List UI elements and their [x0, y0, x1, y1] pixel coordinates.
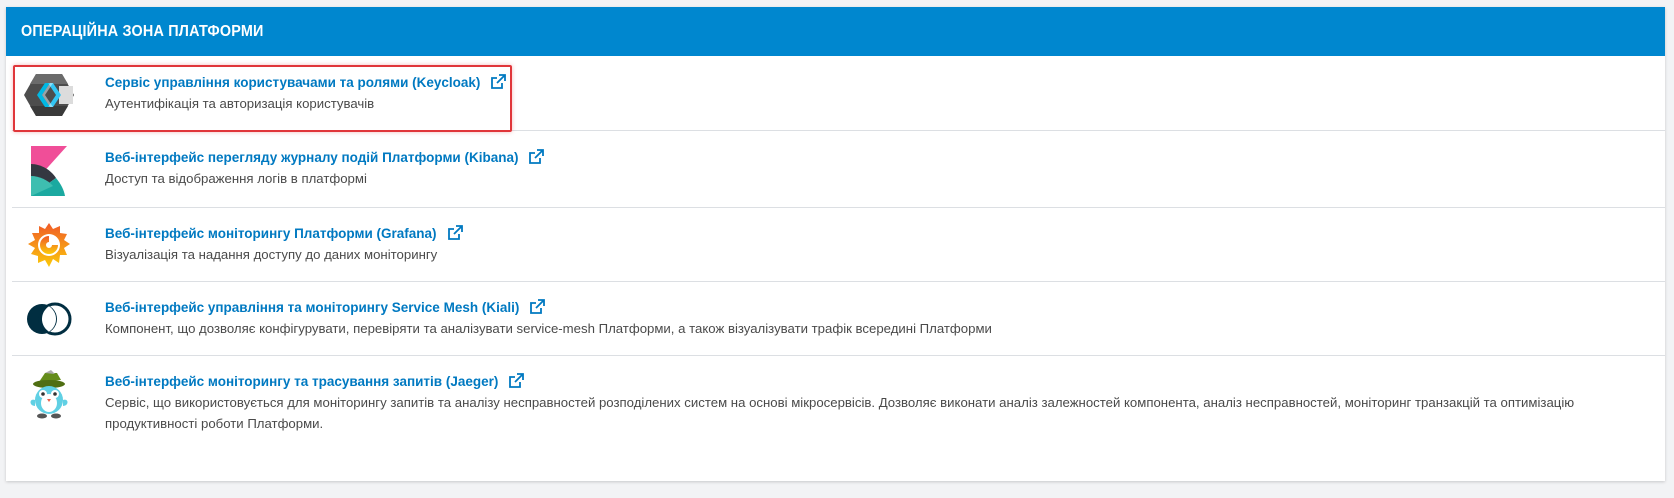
kibana-link[interactable]: Веб-інтерфейс перегляду журналу подій Пл…	[105, 150, 518, 165]
kiali-description: Компонент, що дозволяє конфігурувати, пе…	[105, 321, 992, 336]
list-item-kiali: Веб-інтерфейс управління та моніторингу …	[12, 282, 1665, 356]
keycloak-link[interactable]: Сервіс управління користувачами та ролям…	[105, 75, 480, 90]
list-item-kibana: Веб-інтерфейс перегляду журналу подій Пл…	[12, 131, 1665, 208]
kiali-logo-icon	[22, 292, 76, 346]
panel-title: Операційна зона Платформи	[21, 22, 264, 40]
external-link-icon[interactable]	[528, 149, 545, 165]
keycloak-description: Аутентифікація та авторизація користувач…	[105, 96, 375, 111]
grafana-description: Візуалізація та надання доступу до даних…	[105, 247, 438, 262]
kiali-link[interactable]: Веб-інтерфейс управління та моніторингу …	[105, 300, 519, 315]
platform-operations-panel: Операційна зона Платформи Сервіс управлі…	[6, 7, 1665, 481]
jaeger-link[interactable]: Веб-інтерфейс моніторингу та трасування …	[105, 374, 498, 389]
jaeger-logo-icon	[22, 368, 76, 422]
panel-header: Операційна зона Платформи	[6, 7, 1665, 56]
grafana-logo-icon	[22, 218, 76, 272]
list-item-grafana: Веб-інтерфейс моніторингу Платформи (Gra…	[12, 208, 1665, 282]
list-item-keycloak: Сервіс управління користувачами та ролям…	[12, 56, 1665, 131]
jaeger-description: Сервіс, що використовується для монітори…	[105, 395, 1575, 431]
list-item-jaeger: Веб-інтерфейс моніторингу та трасування …	[12, 356, 1665, 478]
item-text: Веб-інтерфейс моніторингу та трасування …	[105, 370, 1655, 434]
item-text: Сервіс управління користувачами та ролям…	[105, 71, 1655, 114]
grafana-link[interactable]: Веб-інтерфейс моніторингу Платформи (Gra…	[105, 226, 437, 241]
item-text: Веб-інтерфейс управління та моніторингу …	[105, 296, 1655, 339]
keycloak-logo-icon	[22, 68, 76, 122]
external-link-icon[interactable]	[490, 74, 507, 90]
item-text: Веб-інтерфейс перегляду журналу подій Пл…	[105, 146, 1655, 189]
kibana-description: Доступ та відображення логів в платформі	[105, 171, 367, 186]
item-text: Веб-інтерфейс моніторингу Платформи (Gra…	[105, 222, 1655, 265]
external-link-icon[interactable]	[447, 225, 463, 241]
external-link-icon[interactable]	[508, 373, 525, 389]
kibana-logo-icon	[22, 144, 76, 198]
external-link-icon[interactable]	[529, 299, 546, 315]
